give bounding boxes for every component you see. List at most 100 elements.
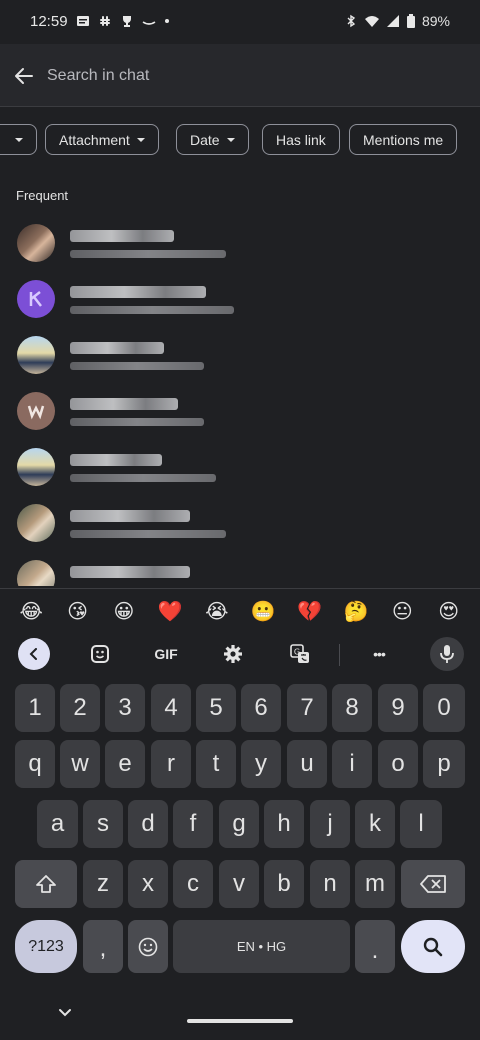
key-z[interactable]: z	[83, 860, 123, 908]
status-time: 12:59	[30, 13, 68, 30]
back-button[interactable]	[10, 62, 38, 90]
backspace-key[interactable]	[401, 860, 465, 908]
contact-row[interactable]	[0, 220, 480, 276]
symbols-mode-key[interactable]: ?123	[15, 920, 77, 973]
key-x[interactable]: x	[128, 860, 168, 908]
more-options-button[interactable]: •••	[362, 638, 396, 670]
key-g[interactable]: g	[219, 800, 259, 848]
key-a[interactable]: a	[37, 800, 78, 848]
amazon-icon	[142, 21, 156, 25]
key-i[interactable]: i	[332, 740, 372, 788]
blurred-name	[70, 398, 178, 410]
contact-row[interactable]	[0, 556, 480, 586]
chip-attachment[interactable]: Attachment	[45, 124, 159, 155]
blurred-name	[70, 566, 190, 578]
chip-mentions-me[interactable]: Mentions me	[349, 124, 458, 155]
key-o[interactable]: o	[378, 740, 418, 788]
chip-has-link[interactable]: Has link	[262, 124, 340, 155]
key-r[interactable]: r	[151, 740, 191, 788]
voice-input-button[interactable]	[430, 637, 464, 671]
more-notifications-dot-icon	[165, 19, 169, 23]
contact-row[interactable]	[0, 276, 480, 332]
key-n[interactable]: n	[310, 860, 350, 908]
initial-k-icon	[29, 291, 42, 307]
key-s[interactable]: s	[83, 800, 123, 848]
sticker-icon	[91, 645, 109, 663]
contact-row[interactable]	[0, 332, 480, 388]
avatar	[17, 224, 55, 262]
collapse-toolbar-button[interactable]	[17, 638, 51, 670]
blurred-preview	[70, 362, 204, 370]
gear-icon	[224, 645, 242, 663]
chip-partial[interactable]	[0, 124, 37, 155]
emoji-suggestion[interactable]: ❤️	[155, 599, 185, 623]
key-5[interactable]: 5	[196, 684, 236, 732]
key-2[interactable]: 2	[60, 684, 100, 732]
key-7[interactable]: 7	[287, 684, 327, 732]
emoji-suggestion[interactable]: 😍	[434, 599, 464, 623]
emoji-key[interactable]	[128, 920, 168, 973]
chip-date[interactable]: Date	[176, 124, 249, 155]
key-c[interactable]: c	[173, 860, 213, 908]
avatar	[17, 280, 55, 318]
space-bar[interactable]: EN • HG	[173, 920, 350, 973]
key-m[interactable]: m	[355, 860, 395, 908]
emoji-suggestion[interactable]: 🤔	[341, 599, 371, 623]
key-6[interactable]: 6	[241, 684, 281, 732]
comma-key[interactable]: ,	[83, 920, 123, 973]
key-v[interactable]: v	[219, 860, 259, 908]
navigation-bar	[0, 994, 480, 1040]
key-l[interactable]: l	[400, 800, 442, 848]
contact-row[interactable]	[0, 388, 480, 444]
sticker-button[interactable]	[83, 638, 117, 670]
home-gesture-handle[interactable]	[187, 1019, 293, 1023]
key-3[interactable]: 3	[105, 684, 145, 732]
key-1[interactable]: 1	[15, 684, 55, 732]
key-e[interactable]: e	[105, 740, 145, 788]
key-q[interactable]: q	[15, 740, 55, 788]
key-u[interactable]: u	[287, 740, 327, 788]
key-h[interactable]: h	[264, 800, 304, 848]
key-8[interactable]: 8	[332, 684, 372, 732]
key-k[interactable]: k	[355, 800, 395, 848]
contact-row[interactable]	[0, 500, 480, 556]
key-p[interactable]: p	[423, 740, 465, 788]
section-label-frequent: Frequent	[16, 188, 69, 203]
emoji-suggestion[interactable]: 💔	[295, 599, 325, 623]
emoji-suggestion[interactable]: 😐	[387, 599, 417, 623]
battery-icon	[406, 14, 415, 28]
search-action-key[interactable]	[401, 920, 465, 973]
initial-w-icon	[27, 405, 45, 420]
gif-button[interactable]: GIF	[149, 638, 183, 670]
emoji-suggestion-bar: 😂 😘 😀 ❤️ 😭 😬 💔 🤔 😐 😍	[0, 588, 480, 632]
status-bar: 12:59 89%	[0, 0, 480, 44]
emoji-suggestion[interactable]: 😘	[63, 599, 93, 623]
period-key[interactable]: .	[355, 920, 395, 973]
search-header	[0, 44, 480, 107]
blurred-name	[70, 230, 174, 242]
keyboard-toolbar: GIF G •••	[0, 632, 480, 676]
toolbar-divider	[339, 644, 340, 666]
shift-key[interactable]	[15, 860, 77, 908]
settings-button[interactable]	[216, 638, 250, 670]
hide-keyboard-chevron-icon[interactable]	[58, 1006, 72, 1020]
key-d[interactable]: d	[128, 800, 168, 848]
key-0[interactable]: 0	[423, 684, 465, 732]
translate-button[interactable]: G	[283, 638, 317, 670]
key-9[interactable]: 9	[378, 684, 418, 732]
emoji-suggestion[interactable]: 😬	[248, 599, 278, 623]
emoji-suggestion[interactable]: 😂	[16, 599, 46, 623]
key-t[interactable]: t	[196, 740, 236, 788]
blurred-name	[70, 454, 162, 466]
key-y[interactable]: y	[241, 740, 281, 788]
emoji-suggestion[interactable]: 😀	[109, 599, 139, 623]
trophy-icon	[123, 16, 131, 27]
emoji-suggestion[interactable]: 😭	[202, 599, 232, 623]
contact-row[interactable]	[0, 444, 480, 500]
key-4[interactable]: 4	[151, 684, 191, 732]
search-input[interactable]	[47, 64, 447, 88]
key-w[interactable]: w	[60, 740, 100, 788]
key-j[interactable]: j	[310, 800, 350, 848]
key-b[interactable]: b	[264, 860, 304, 908]
key-f[interactable]: f	[173, 800, 213, 848]
